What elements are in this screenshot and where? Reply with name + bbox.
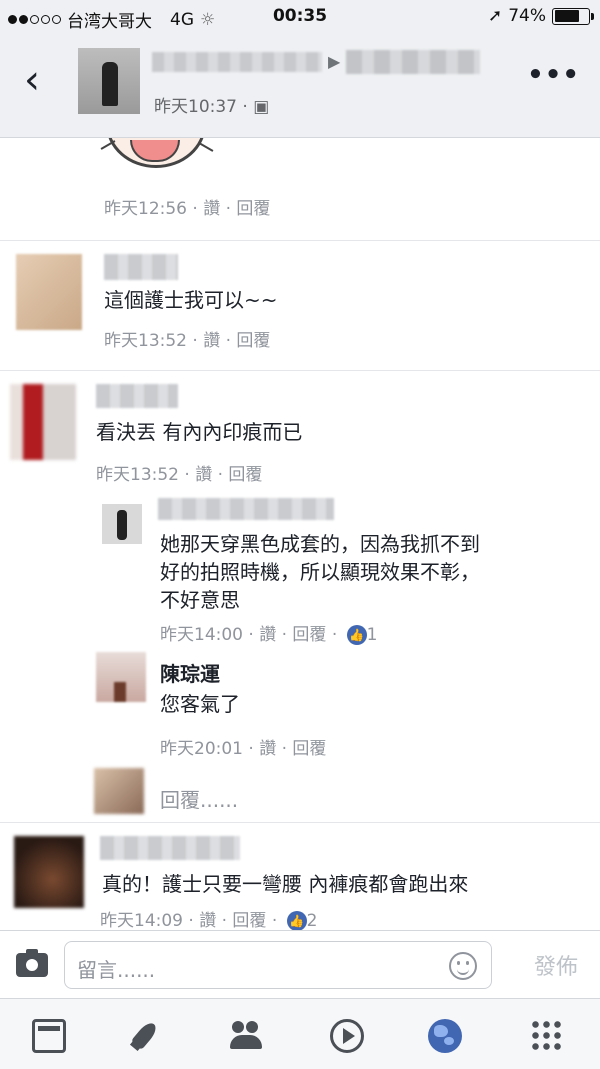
current-user-avatar <box>94 768 144 814</box>
more-options-button[interactable]: ••• <box>527 60 580 90</box>
reply-text: 您客氣了 <box>160 692 240 716</box>
comment-meta[interactable]: 昨天12:56 · 讚 · 回覆 <box>104 194 270 219</box>
comment-input[interactable]: 留言...... <box>64 941 492 989</box>
reply-author-name[interactable]: 陳琮運 <box>160 660 220 688</box>
notifications-globe-icon[interactable] <box>428 1019 462 1053</box>
chevron-left-icon: ‹ <box>24 57 40 103</box>
post-time-text: 昨天10:37 · <box>154 97 254 117</box>
reply-text-line-1: 她那天穿黑色成套的，因為我抓不到 <box>160 532 480 556</box>
post-timestamp: 昨天10:37 · ▣ <box>154 92 269 117</box>
reply-text-line-3: 不好意思 <box>160 588 240 612</box>
commenter-name-blurred[interactable] <box>100 836 240 860</box>
post-button[interactable]: 發佈 <box>534 949 578 981</box>
poster-name-blurred[interactable] <box>152 52 322 72</box>
commenter-avatar[interactable] <box>14 836 84 908</box>
post-header: ‹ ▶ 昨天10:37 · ▣ ••• <box>0 34 600 138</box>
commenter-avatar[interactable] <box>10 384 76 460</box>
divider <box>0 240 600 241</box>
reply-meta[interactable]: 昨天14:00 · 讚 · 回覆 · 👍 1 <box>160 620 377 645</box>
comment-text: 這個護士我可以~~ <box>104 288 278 312</box>
battery-fill <box>554 10 579 22</box>
poster-avatar[interactable] <box>78 48 140 114</box>
commenter-name-blurred[interactable] <box>104 254 178 280</box>
comment-meta[interactable]: 昨天14:09 · 讚 · 回覆 · 👍 2 <box>100 906 317 931</box>
commenter-avatar[interactable] <box>16 254 82 330</box>
comment-meta-text: 昨天14:09 · 讚 · 回覆 · <box>100 911 283 931</box>
comment-meta[interactable]: 昨天13:52 · 讚 · 回覆 <box>104 326 270 351</box>
friends-icon[interactable] <box>230 1019 264 1053</box>
divider <box>0 370 600 371</box>
reply-avatar[interactable] <box>102 504 142 544</box>
like-badge-icon: 👍 <box>346 625 367 645</box>
video-icon[interactable] <box>330 1019 364 1053</box>
status-right: ➚ 74% <box>487 6 594 26</box>
audience-icon: ▣ <box>253 97 270 117</box>
emoji-icon[interactable] <box>449 952 477 980</box>
back-button[interactable]: ‹ <box>24 60 40 100</box>
reply-avatar[interactable] <box>96 652 146 702</box>
reply-prompt[interactable]: 回覆...... <box>160 784 238 813</box>
camera-icon[interactable] <box>16 949 48 977</box>
comment-meta[interactable]: 昨天13:52 · 讚 · 回覆 <box>96 460 262 485</box>
menu-grid-icon[interactable] <box>530 1019 564 1053</box>
news-feed-icon[interactable] <box>32 1019 66 1053</box>
comment-composer: 留言...... 發佈 <box>0 930 600 998</box>
commenter-name-blurred[interactable] <box>96 384 178 408</box>
sticker-image <box>100 138 220 174</box>
reply-meta[interactable]: 昨天20:01 · 讚 · 回覆 <box>160 734 326 759</box>
share-arrow-icon: ▶ <box>328 52 341 71</box>
comment-text: 看決丟 有內內印痕而已 <box>96 420 303 444</box>
status-bar: 台湾大哥大 4G ☼ 00:35 ➚ 74% <box>0 0 600 34</box>
like-count: 2 <box>306 911 318 931</box>
reply-text-line-2: 好的拍照時機，所以顯現效果不彰， <box>160 560 480 584</box>
battery-percent: 74% <box>508 6 546 26</box>
reply-meta-text: 昨天14:00 · 讚 · 回覆 · <box>160 625 343 645</box>
divider <box>0 822 600 823</box>
more-horizontal-icon: ••• <box>527 60 580 90</box>
reply-name-blurred[interactable] <box>158 498 334 520</box>
battery-icon <box>552 7 594 25</box>
like-badge-icon: 👍 <box>286 911 307 931</box>
location-arrow-icon: ➚ <box>487 6 503 26</box>
group-name-blurred[interactable] <box>346 50 480 74</box>
like-count: 1 <box>366 625 378 645</box>
comment-placeholder: 留言...... <box>77 958 156 982</box>
bottom-tab-bar <box>0 998 600 1069</box>
rocket-icon[interactable] <box>130 1019 164 1053</box>
comment-text: 真的！護士只要一彎腰 內褲痕都會跑出來 <box>102 872 469 896</box>
